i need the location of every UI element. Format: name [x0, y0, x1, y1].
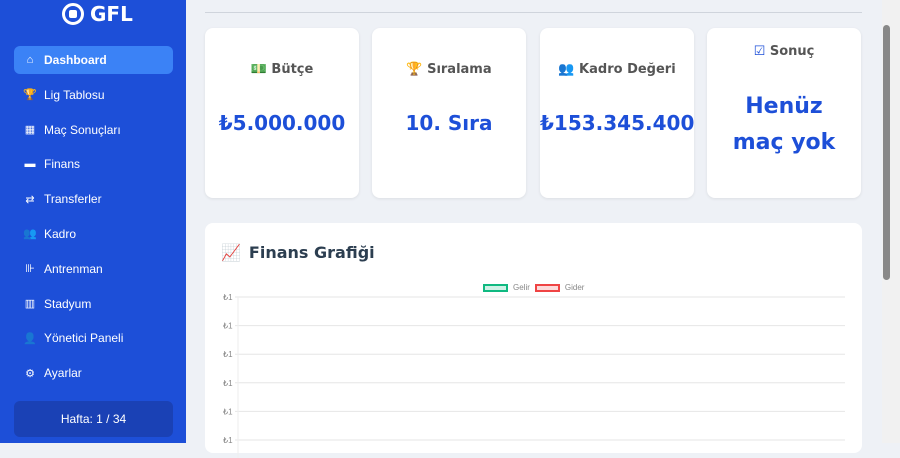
divider [205, 12, 862, 13]
sidebar-item-label: Antrenman [44, 261, 103, 276]
football-icon [62, 3, 84, 25]
chart-title: 📈 Finans Grafiği [221, 243, 375, 262]
y-tick-label: ₺1 [223, 379, 233, 388]
calendar-check-icon: ☑ [753, 44, 766, 59]
sidebar-item-lig-tablosu[interactable]: 🏆 Lig Tablosu [14, 81, 173, 109]
sidebar-item-ayarlar[interactable]: ⚙ Ayarlar [14, 359, 173, 387]
trophy-icon: 🏆 [406, 62, 423, 77]
y-tick-label: ₺1 [223, 322, 233, 331]
user-cog-icon: 👤 [23, 332, 37, 345]
card-title: Sonuç [769, 44, 815, 59]
chart-line-icon: 📈 [221, 243, 241, 262]
sidebar-item-label: Dashboard [44, 53, 107, 67]
users-icon: 👥 [558, 62, 575, 77]
sidebar-item-label: Lig Tablosu [44, 87, 105, 102]
y-tick-label: ₺1 [223, 436, 233, 445]
sidebar-item-label: Transferler [44, 192, 102, 207]
scrollbar-thumb[interactable] [883, 25, 890, 280]
nav-menu: ⌂ Dashboard 🏆 Lig Tablosu ▦ Maç Sonuçları ▬ Fin… [14, 46, 173, 394]
users-icon: 👥 [23, 228, 37, 241]
sidebar-item-label: Ayarlar [44, 366, 82, 381]
sidebar-item-ma-sonu-lar-[interactable]: ▦ Maç Sonuçları [14, 116, 173, 144]
building-icon: ▥ [24, 298, 36, 311]
card-value: 10. Sıra [405, 111, 493, 135]
finance-chart-panel: 📈 Finans Grafiği Gelir Gider ₺1 ₺1 ₺1 ₺1 ₺1 ₺1 [205, 223, 862, 458]
card-value: Henüz maç yok [732, 94, 836, 155]
sidebar-item-kadro[interactable]: 👥 Kadro [14, 220, 173, 248]
wallet-icon: ▬ [24, 158, 36, 171]
trophy-icon: 🏆 [23, 89, 37, 102]
stat-card: 🏆 Sıralama 10. Sıra [372, 28, 526, 198]
money-icon: 💵 [250, 62, 267, 77]
sidebar-item-label: Finans [44, 157, 81, 172]
stat-card: ☑ Sonuç Henüz maç yok [707, 28, 861, 198]
y-tick-label: ₺1 [223, 350, 233, 359]
card-value: ₺153.345.400 [540, 111, 695, 135]
stat-card: 💵 Bütçe ₺5.000.000 [205, 28, 359, 198]
sidebar-item-label: Yönetici Paneli [44, 331, 124, 346]
sidebar-item-dashboard[interactable]: ⌂ Dashboard [14, 46, 173, 74]
sidebar-item-antrenman[interactable]: ⊪ Antrenman [14, 255, 173, 283]
calendar-icon: ▦ [24, 124, 36, 137]
sidebar-item-label: Kadro [44, 226, 77, 241]
card-title: Sıralama [427, 62, 492, 77]
app-title: GFL [90, 2, 133, 26]
sidebar-item-y-netici-paneli[interactable]: 👤 Yönetici Paneli [14, 324, 173, 352]
chart-title-text: Finans Grafiği [248, 243, 375, 262]
dumbbell-icon: ⊪ [25, 263, 35, 276]
home-icon: ⌂ [26, 54, 34, 66]
sidebar-item-stadyum[interactable]: ▥ Stadyum [14, 290, 173, 318]
stat-card: 👥 Kadro Değeri ₺153.345.400 [540, 28, 694, 198]
card-title: Bütçe [271, 62, 314, 77]
sidebar: GFL ⌂ Dashboard 🏆 Lig Tablosu ▦ Maç Sonuçları… [0, 0, 186, 443]
exchange-icon: ⇄ [25, 193, 35, 206]
card-title: Kadro Değeri [579, 62, 676, 77]
sidebar-item-finans[interactable]: ▬ Finans [14, 150, 173, 178]
logo[interactable]: GFL [62, 2, 133, 26]
sidebar-item-transferler[interactable]: ⇄ Transferler [14, 185, 173, 213]
finance-chart: ₺1 ₺1 ₺1 ₺1 ₺1 ₺1 [223, 293, 845, 458]
y-tick-label: ₺1 [223, 293, 233, 302]
y-tick-label: ₺1 [223, 407, 233, 416]
card-value: ₺5.000.000 [218, 111, 346, 135]
cogs-icon: ⚙ [25, 367, 35, 380]
sidebar-item-label: Maç Sonuçları [44, 122, 121, 137]
sidebar-item-label: Stadyum [44, 296, 92, 311]
week-indicator: Hafta: 1 / 34 [14, 401, 173, 437]
